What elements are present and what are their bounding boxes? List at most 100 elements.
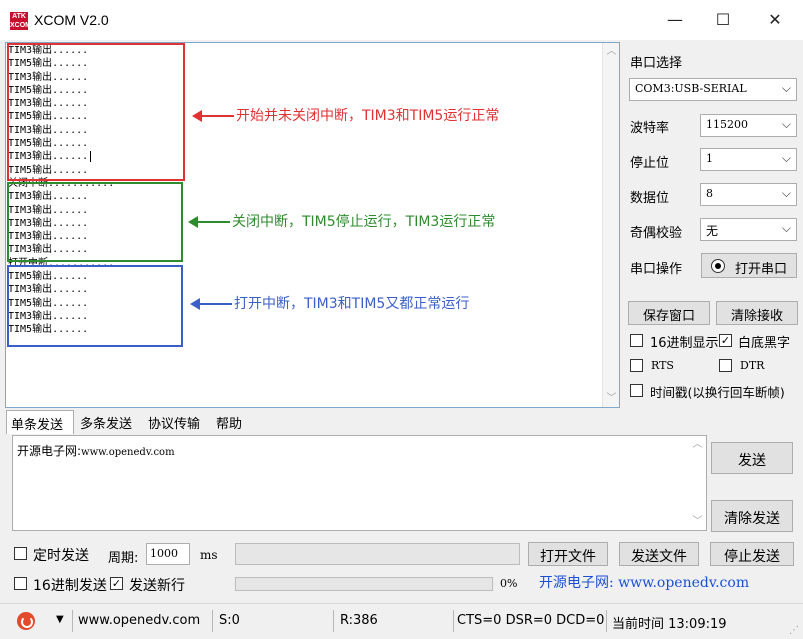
close-button[interactable]: ✕ xyxy=(752,0,798,40)
status-sent: S:0 xyxy=(219,613,240,628)
resize-grip-icon[interactable]: ⋰ xyxy=(789,625,801,637)
arrow-left-icon xyxy=(190,298,232,310)
scroll-up-icon[interactable]: ︿ xyxy=(689,436,706,453)
checkmark-icon: ✓ xyxy=(111,577,122,590)
status-separator xyxy=(333,610,334,632)
send-input[interactable]: 开源电子网:www.openedv.com ︿ ﹀ xyxy=(12,435,707,531)
status-signals: CTS=0 DSR=0 DCD=0 xyxy=(457,613,605,628)
data-bits-label: 数据位 xyxy=(630,191,670,206)
rts-checkbox[interactable] xyxy=(630,359,643,372)
period-value: 1000 xyxy=(150,547,178,560)
hex-display-label: 16进制显示 xyxy=(650,336,719,351)
tab-single-send[interactable]: 单条发送 xyxy=(6,410,74,434)
newline-checkbox[interactable]: ✓ xyxy=(110,577,123,590)
rts-label: RTS xyxy=(651,359,674,372)
port-select[interactable]: COM3:USB-SERIAL ⌵ xyxy=(629,78,797,101)
parity-select[interactable]: 无 ⌵ xyxy=(700,218,797,241)
white-bg-label: 白底黑字 xyxy=(738,336,791,351)
data-bits-value: 8 xyxy=(706,187,713,200)
clear-receive-button[interactable]: 清除接收 xyxy=(716,301,798,325)
website-banner[interactable]: 开源电子网: www.openedv.com xyxy=(539,572,749,592)
baud-select-value: 115200 xyxy=(706,118,748,131)
period-unit: ms xyxy=(200,548,218,562)
stop-icon[interactable] xyxy=(17,612,35,630)
status-separator xyxy=(72,610,73,632)
annotation-box-red xyxy=(7,43,185,181)
chevron-down-icon: ⌵ xyxy=(781,81,791,95)
dtr-label: DTR xyxy=(740,359,765,372)
status-separator xyxy=(212,610,213,632)
tab-help[interactable]: 帮助 xyxy=(212,410,254,434)
timestamp-checkbox[interactable] xyxy=(630,384,643,397)
annotation-box-green xyxy=(7,182,183,262)
stop-bits-value: 1 xyxy=(706,152,713,165)
annotation-green-text: 关闭中断，TIM5停止运行，TIM3运行正常 xyxy=(232,214,496,230)
stop-bits-label: 停止位 xyxy=(630,156,670,171)
open-file-button[interactable]: 打开文件 xyxy=(528,542,608,566)
chevron-down-icon: ⌵ xyxy=(781,117,791,131)
app-logo-icon: ATK XCOM xyxy=(10,12,31,30)
status-separator xyxy=(453,610,454,632)
caret-down-icon[interactable]: ▼ xyxy=(56,614,64,625)
period-input[interactable]: 1000 xyxy=(146,543,190,565)
dtr-checkbox[interactable] xyxy=(719,359,732,372)
arrow-left-icon xyxy=(192,110,234,122)
save-window-button[interactable]: 保存窗口 xyxy=(628,301,710,325)
chevron-down-icon: ⌵ xyxy=(781,221,791,235)
checkmark-icon: ✓ xyxy=(720,334,731,347)
hex-send-checkbox[interactable] xyxy=(14,577,27,590)
annotation-blue-text: 打开中断，TIM3和TIM5又都正常运行 xyxy=(234,296,470,312)
window-title: XCOM V2.0 xyxy=(34,12,109,28)
status-time: 当前时间 13:09:19 xyxy=(612,617,727,632)
baud-select[interactable]: 115200 ⌵ xyxy=(700,114,797,137)
maximize-button[interactable]: ☐ xyxy=(700,0,746,40)
open-port-button[interactable]: 打开串口 xyxy=(701,253,797,278)
newline-label: 发送新行 xyxy=(129,578,185,594)
data-bits-select[interactable]: 8 ⌵ xyxy=(700,183,797,206)
radio-dot-icon xyxy=(711,259,725,273)
receive-area[interactable]: TIM3输出...... TIM5输出...... TIM3输出...... TIM5… xyxy=(5,42,620,408)
chevron-down-icon: ⌵ xyxy=(781,151,791,165)
open-port-label: 打开串口 xyxy=(735,262,788,277)
parity-label: 奇偶校验 xyxy=(630,226,683,241)
status-site[interactable]: www.openedv.com xyxy=(78,613,200,628)
annotation-red-text: 开始并未关闭中断，TIM3和TIM5运行正常 xyxy=(236,108,500,124)
send-text-prefix: 开源电子网: xyxy=(17,444,82,458)
parity-value: 无 xyxy=(706,224,719,238)
annotation-green: 关闭中断，TIM5停止运行，TIM3运行正常 xyxy=(188,211,495,231)
send-button[interactable]: 发送 xyxy=(711,442,793,474)
baud-label: 波特率 xyxy=(630,121,670,136)
port-select-value: COM3:USB-SERIAL xyxy=(635,82,747,95)
chevron-down-icon: ⌵ xyxy=(781,186,791,200)
receive-scrollbar[interactable]: ︿ ﹀ xyxy=(602,43,619,407)
progress-percent: 0% xyxy=(500,577,518,590)
timed-send-checkbox[interactable] xyxy=(14,547,27,560)
annotation-box-blue xyxy=(7,265,183,347)
send-scrollbar[interactable]: ︿ ﹀ xyxy=(689,436,706,530)
annotation-blue: 打开中断，TIM3和TIM5又都正常运行 xyxy=(190,293,469,313)
status-received: R:386 xyxy=(340,613,378,628)
white-bg-checkbox[interactable]: ✓ xyxy=(719,334,732,347)
timestamp-label: 时间戳(以换行回车断帧) xyxy=(650,385,785,400)
send-file-button[interactable]: 发送文件 xyxy=(619,542,699,566)
file-path-box xyxy=(235,543,520,565)
port-select-label: 串口选择 xyxy=(630,56,683,71)
period-label: 周期: xyxy=(108,551,139,566)
scroll-up-icon[interactable]: ︿ xyxy=(603,43,620,60)
tab-protocol[interactable]: 协议传输 xyxy=(144,410,212,434)
clear-send-button[interactable]: 清除发送 xyxy=(711,500,793,532)
stop-send-button[interactable]: 停止发送 xyxy=(710,542,794,566)
status-separator xyxy=(606,610,607,632)
scroll-down-icon[interactable]: ﹀ xyxy=(689,513,706,530)
port-op-label: 串口操作 xyxy=(630,262,683,277)
hex-display-checkbox[interactable] xyxy=(630,334,643,347)
hex-send-label: 16进制发送 xyxy=(33,578,107,594)
annotation-red: 开始并未关闭中断，TIM3和TIM5运行正常 xyxy=(192,105,499,125)
scroll-down-icon[interactable]: ﹀ xyxy=(603,390,620,407)
minimize-button[interactable]: — xyxy=(652,0,698,40)
status-bar: ▼ www.openedv.com S:0 R:386 CTS=0 DSR=0 … xyxy=(0,603,803,639)
arrow-left-icon xyxy=(188,216,230,228)
tab-multi-send[interactable]: 多条发送 xyxy=(76,410,144,434)
send-text: 开源电子网:www.openedv.com xyxy=(17,442,175,459)
stop-bits-select[interactable]: 1 ⌵ xyxy=(700,148,797,171)
